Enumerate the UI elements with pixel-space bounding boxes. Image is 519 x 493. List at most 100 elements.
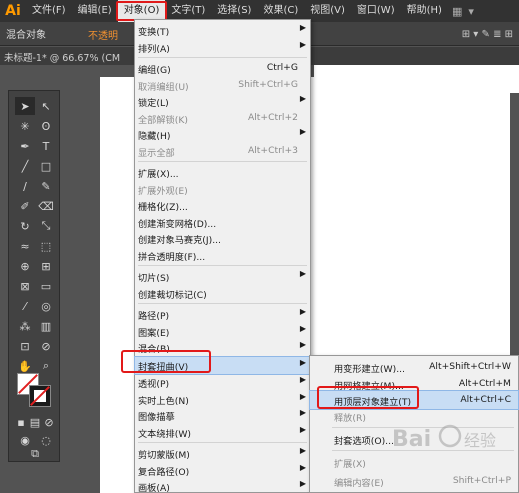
menu-item-pattern[interactable]: 图案(E) ▶: [135, 323, 310, 340]
baidu-jingyan-watermark: Bai 经验: [392, 424, 496, 452]
submenu-arrow-icon: ▶: [299, 462, 306, 472]
rotate-tool-icon[interactable]: ↻: [15, 217, 35, 235]
menu-item-rasterize[interactable]: 栅格化(Z)...: [135, 197, 310, 214]
eyedropper-tool-icon[interactable]: ⁄: [15, 297, 35, 315]
object-menu-dropdown: 变换(T) ▶ 排列(A) ▶ 编组(G) Ctrl+G 取消编组(U) Shift+C…: [134, 19, 311, 493]
pencil-tool-icon[interactable]: ✎: [36, 177, 56, 195]
menu-item-create-object-mosaic[interactable]: 创建对象马赛克(J)...: [135, 230, 310, 247]
menu-item-path[interactable]: 路径(P) ▶: [135, 306, 310, 323]
menu-edit[interactable]: 编辑(E): [72, 0, 118, 22]
width-tool-icon[interactable]: ≈: [15, 237, 35, 255]
submenu-arrow-icon: ▶: [299, 127, 306, 136]
submenu-arrow-icon: ▶: [299, 269, 306, 278]
menu-help[interactable]: 帮助(H): [401, 0, 448, 22]
menu-item-envelope-distort[interactable]: 封套扭曲(V) ▶: [134, 356, 311, 375]
submenu-arrow-icon: ▶: [299, 307, 306, 316]
submenu-arrow-icon: ▶: [299, 39, 306, 49]
menu-item-arrange[interactable]: 排列(A) ▶: [135, 39, 310, 56]
opacity-label[interactable]: 不透明: [88, 27, 118, 42]
lasso-tool-icon[interactable]: ʘ: [36, 117, 56, 135]
app-logo: Ai: [5, 3, 21, 19]
artboard-tool-icon[interactable]: ⊡: [15, 337, 35, 355]
tools-panel: ➤ ↖ ✳ ʘ ✒ T ╱ □ ∕ ✎ ✐ ⌫ ↻ ⤡ ≈ ⬚ ⊕ ⊞ ⊠ ▭ …: [8, 90, 60, 462]
menu-separator: [138, 442, 307, 443]
submenu-arrow-icon: ▶: [299, 358, 306, 367]
menu-item-expand-appearance[interactable]: 扩展外观(E): [135, 181, 310, 198]
paintbrush-tool-icon[interactable]: ∕: [15, 177, 35, 195]
type-tool-icon[interactable]: T: [36, 137, 56, 155]
menu-item-group[interactable]: 编组(G) Ctrl+G: [135, 60, 310, 77]
menu-item-show-all[interactable]: 显示全部 Alt+Ctrl+3: [135, 143, 310, 160]
magic-wand-tool-icon[interactable]: ✳: [15, 117, 35, 135]
submenu-arrow-icon: ▶: [299, 408, 306, 417]
menu-item-compound-path[interactable]: 复合路径(O) ▶: [135, 462, 310, 479]
submenu-arrow-icon: ▶: [299, 424, 306, 434]
menu-item-perspective[interactable]: 透视(P) ▶: [135, 374, 310, 391]
perspective-grid-tool-icon[interactable]: ⊞: [36, 257, 56, 275]
column-graph-tool-icon[interactable]: ▥: [36, 317, 56, 335]
fill-stroke-swatches[interactable]: [17, 373, 51, 407]
eraser-tool-icon[interactable]: ⌫: [36, 197, 56, 215]
gradient-tool-icon[interactable]: ▭: [36, 277, 56, 295]
mesh-tool-icon[interactable]: ⊠: [15, 277, 35, 295]
submenu-arrow-icon: ▶: [299, 391, 306, 401]
selection-type-label: 混合对象: [6, 30, 46, 41]
selection-tool-icon[interactable]: ➤: [15, 97, 35, 115]
menu-file[interactable]: 文件(F): [26, 0, 72, 22]
submenu-item-edit-contents[interactable]: 编辑内容(E) Shift+Ctrl+P: [310, 472, 518, 490]
menu-item-ungroup[interactable]: 取消编组(U) Shift+Ctrl+G: [135, 77, 310, 94]
menu-item-slice[interactable]: 切片(S) ▶: [135, 268, 310, 285]
symbol-sprayer-tool-icon[interactable]: ⁂: [15, 317, 35, 335]
menu-item-create-trim-marks[interactable]: 创建裁切标记(C): [135, 285, 310, 302]
menu-separator: [138, 57, 307, 58]
menu-item-artboards[interactable]: 画板(A) ▶: [135, 478, 310, 493]
menu-item-flatten-transparency[interactable]: 拼合透明度(F)...: [135, 247, 310, 264]
scale-tool-icon[interactable]: ⤡: [36, 217, 56, 235]
menu-view[interactable]: 视图(V): [304, 0, 351, 22]
none-mode-icon[interactable]: ⊘: [43, 413, 55, 431]
grid-icon[interactable]: ▦: [452, 5, 462, 18]
screen-mode-icon[interactable]: ⧉: [25, 445, 45, 463]
stroke-swatch[interactable]: [29, 385, 51, 407]
color-mode-icon[interactable]: ▪: [15, 413, 27, 431]
menu-item-lock[interactable]: 锁定(L) ▶: [135, 93, 310, 110]
rectangle-tool-icon[interactable]: □: [36, 157, 56, 175]
dropdown-icon[interactable]: ▾: [468, 5, 474, 18]
submenu-arrow-icon: ▶: [299, 340, 306, 349]
menu-item-hide[interactable]: 隐藏(H) ▶: [135, 126, 310, 143]
shape-builder-tool-icon[interactable]: ⊕: [15, 257, 35, 275]
submenu-arrow-icon: ▶: [299, 94, 306, 103]
menu-item-transform[interactable]: 变换(T) ▶: [135, 22, 310, 39]
submenu-arrow-icon: ▶: [299, 323, 306, 333]
blob-brush-tool-icon[interactable]: ✐: [15, 197, 35, 215]
svg-text:经验: 经验: [464, 431, 496, 450]
menu-item-text-wrap[interactable]: 文本绕排(W) ▶: [135, 424, 310, 441]
menu-item-blend[interactable]: 混合(B) ▶: [135, 339, 310, 356]
menu-item-live-paint[interactable]: 实时上色(N) ▶: [135, 391, 310, 408]
menu-window[interactable]: 窗口(W): [351, 0, 401, 22]
line-tool-icon[interactable]: ╱: [15, 157, 35, 175]
menu-separator: [138, 303, 307, 304]
svg-text:Bai: Bai: [392, 427, 431, 452]
menu-item-create-gradient-mesh[interactable]: 创建渐变网格(D)...: [135, 214, 310, 231]
submenu-item-make-with-warp[interactable]: 用变形建立(W)... Alt+Shift+Ctrl+W: [310, 358, 518, 376]
menu-separator: [138, 265, 307, 266]
menu-item-unlock-all[interactable]: 全部解锁(K) Alt+Ctrl+2: [135, 110, 310, 127]
submenu-arrow-icon: ▶: [299, 23, 306, 32]
submenu-arrow-icon: ▶: [299, 375, 306, 384]
gradient-mode-icon[interactable]: ▤: [29, 413, 41, 431]
direct-selection-tool-icon[interactable]: ↖: [36, 97, 56, 115]
menubar-icons: ▦ ▾: [452, 5, 474, 18]
document-tab[interactable]: 未标题-1* @ 66.67% (CM: [4, 50, 120, 64]
submenu-arrow-icon: ▶: [299, 479, 306, 488]
menu-item-image-trace[interactable]: 图像描摹 ▶: [135, 407, 310, 424]
menu-separator: [138, 161, 307, 162]
blend-tool-icon[interactable]: ◎: [36, 297, 56, 315]
pen-tool-icon[interactable]: ✒: [15, 137, 35, 155]
slice-tool-icon[interactable]: ⊘: [36, 337, 56, 355]
free-transform-tool-icon[interactable]: ⬚: [36, 237, 56, 255]
menu-item-clipping-mask[interactable]: 剪切蒙版(M) ▶: [135, 445, 310, 462]
submenu-arrow-icon: ▶: [299, 446, 306, 455]
control-bar-right-icons[interactable]: ⊞ ▾ ✎ ≣ ⊞: [462, 22, 519, 46]
menu-item-expand[interactable]: 扩展(X)...: [135, 164, 310, 181]
